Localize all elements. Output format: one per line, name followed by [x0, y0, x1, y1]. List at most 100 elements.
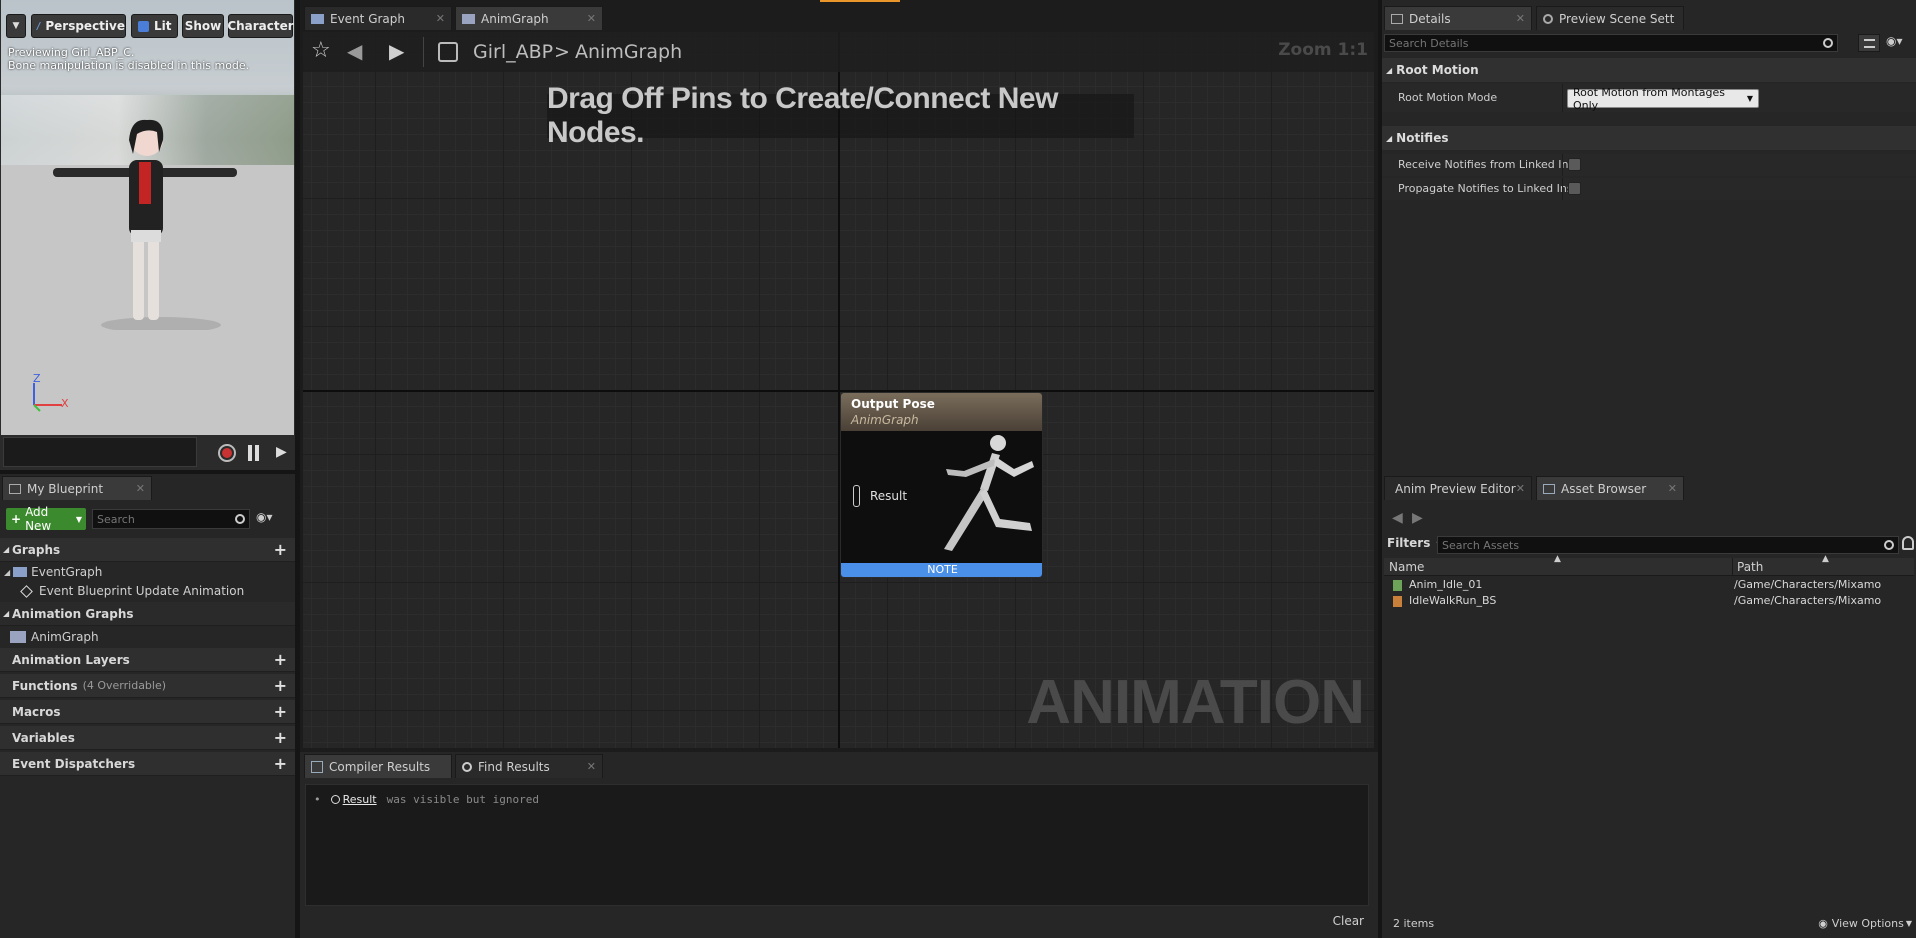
- close-icon[interactable]: ✕: [436, 12, 445, 25]
- collapse-arrow-icon: ◢: [1386, 65, 1393, 75]
- graphs-section-header[interactable]: ◢ Graphs +: [0, 538, 295, 562]
- functions-section-header[interactable]: Functions (4 Overridable) +: [0, 674, 295, 698]
- graph-canvas[interactable]: ☆ ◀ ▶ Girl_ABP > AnimGraph Zoom 1:1 Drag…: [303, 32, 1374, 748]
- blueprint-search-field[interactable]: [92, 509, 250, 529]
- graph-toolbar: ☆ ◀ ▶ Girl_ABP > AnimGraph Zoom 1:1: [303, 32, 1374, 72]
- close-icon[interactable]: ✕: [1516, 12, 1525, 25]
- tab-compiler-results[interactable]: Compiler Results: [304, 754, 452, 778]
- add-variable-button[interactable]: +: [274, 728, 287, 747]
- add-new-button[interactable]: + Add New ▼: [6, 505, 86, 533]
- close-icon[interactable]: ✕: [1516, 482, 1525, 495]
- tab-details[interactable]: Details ✕: [1384, 6, 1532, 30]
- column-name[interactable]: Name: [1389, 560, 1424, 574]
- node-note-bar[interactable]: NOTE: [841, 563, 1042, 577]
- add-layer-button[interactable]: +: [274, 650, 287, 669]
- result-link[interactable]: Result: [343, 793, 377, 806]
- details-icon: [1391, 13, 1403, 24]
- output-pose-node[interactable]: Output Pose AnimGraph Result NOTE: [840, 392, 1043, 578]
- add-dispatcher-button[interactable]: +: [274, 754, 287, 773]
- forward-arrow-icon[interactable]: ▶: [389, 39, 404, 63]
- close-icon[interactable]: ✕: [1668, 482, 1677, 495]
- visibility-options-button[interactable]: ◉▾: [256, 510, 286, 528]
- table-row[interactable]: Anim_Idle_01 /Game/Characters/Mixamo: [1384, 578, 1914, 594]
- clear-button[interactable]: Clear: [1333, 914, 1364, 928]
- propagate-notifies-checkbox[interactable]: [1568, 182, 1581, 195]
- filters-button[interactable]: Filters ▼: [1387, 536, 1443, 550]
- compiler-message: • Result was visible but ignored: [314, 793, 539, 806]
- back-arrow-icon[interactable]: ◀: [1392, 510, 1403, 526]
- property-matrix-button[interactable]: [1858, 34, 1880, 52]
- character-model: [53, 119, 237, 330]
- eye-icon: ◉▾: [1886, 34, 1903, 48]
- perspective-button[interactable]: Perspective: [31, 14, 126, 38]
- close-icon[interactable]: ✕: [587, 12, 596, 25]
- macros-section-header[interactable]: Macros +: [0, 700, 295, 724]
- root-motion-mode-dropdown[interactable]: Root Motion from Montages Only ▼: [1567, 86, 1759, 112]
- details-panel: Details ✕ Preview Scene Sett ◉▾ ◢ Root M…: [1382, 0, 1916, 474]
- close-icon[interactable]: ✕: [587, 760, 596, 773]
- lit-button[interactable]: Lit: [131, 14, 178, 38]
- step-forward-button[interactable]: ▶: [276, 444, 290, 462]
- tab-animgraph[interactable]: AnimGraph ✕: [455, 6, 603, 30]
- event-graph-icon: [13, 567, 28, 577]
- view-options-button[interactable]: ◉ View Options ▼: [1818, 917, 1912, 930]
- list-item-event-update[interactable]: Event Blueprint Update Animation: [20, 582, 292, 600]
- details-search-field[interactable]: [1384, 34, 1838, 52]
- event-dispatchers-section-header[interactable]: Event Dispatchers +: [0, 752, 295, 776]
- record-button[interactable]: [218, 444, 236, 462]
- animation-graphs-section-header[interactable]: ◢ Animation Graphs: [0, 602, 295, 626]
- zoom-level: Zoom 1:1: [1278, 40, 1368, 60]
- anim-blueprint-icon: [438, 42, 458, 62]
- back-arrow-icon[interactable]: ◀: [347, 39, 362, 63]
- receive-notifies-checkbox[interactable]: [1568, 158, 1581, 171]
- table-row[interactable]: IdleWalkRun_BS /Game/Characters/Mixamo: [1384, 594, 1914, 610]
- root-motion-category[interactable]: ◢ Root Motion: [1382, 58, 1916, 82]
- animation-layers-section-header[interactable]: Animation Layers +: [0, 648, 295, 672]
- forward-arrow-icon[interactable]: ▶: [1412, 510, 1423, 526]
- add-function-button[interactable]: +: [274, 676, 287, 695]
- result-pin[interactable]: Result: [853, 485, 907, 507]
- user-filter-icon[interactable]: [1902, 536, 1914, 550]
- column-path[interactable]: Path: [1737, 560, 1763, 574]
- asset-search-input[interactable]: [1442, 538, 1862, 552]
- asset-search-field[interactable]: [1437, 536, 1899, 554]
- tab-asset-browser[interactable]: Asset Browser ✕: [1536, 476, 1684, 500]
- tab-event-graph[interactable]: Event Graph ✕: [304, 6, 452, 30]
- tab-anim-preview-editor[interactable]: Anim Preview Editor ✕: [1384, 476, 1532, 500]
- list-item-eventgraph[interactable]: ◢ EventGraph: [0, 563, 295, 581]
- add-macro-button[interactable]: +: [274, 702, 287, 721]
- tab-preview-scene[interactable]: Preview Scene Sett: [1536, 6, 1684, 30]
- tab-my-blueprint[interactable]: My Blueprint ✕: [2, 476, 152, 500]
- details-view-options-button[interactable]: ◉▾: [1886, 34, 1903, 48]
- grid-icon: [1864, 39, 1875, 48]
- close-icon[interactable]: ✕: [136, 482, 145, 495]
- viewport-menu-button[interactable]: ▼: [6, 14, 26, 38]
- notifies-category[interactable]: ◢ Notifies: [1382, 126, 1916, 150]
- show-button[interactable]: Show: [182, 14, 224, 38]
- asset-browser-panel: Anim Preview Editor ✕ Asset Browser ✕ ◀ …: [1382, 474, 1916, 938]
- details-search-input[interactable]: [1389, 36, 1809, 50]
- blend-space-icon: [1393, 596, 1402, 607]
- breadcrumb-leaf[interactable]: AnimGraph: [575, 41, 682, 63]
- add-graph-button[interactable]: +: [274, 540, 287, 559]
- variables-section-header[interactable]: Variables +: [0, 726, 295, 750]
- timeline-bar[interactable]: [3, 437, 197, 467]
- search-icon: [235, 514, 245, 524]
- node-subtitle: AnimGraph: [851, 413, 919, 427]
- character-button[interactable]: Character: [227, 14, 294, 38]
- anim-graph-icon: [10, 631, 26, 643]
- compiler-panel: Compiler Results Find Results ✕ • Result…: [300, 752, 1378, 938]
- event-diamond-icon: [20, 584, 33, 598]
- tab-find-results[interactable]: Find Results ✕: [455, 754, 603, 778]
- search-icon: [1884, 540, 1894, 550]
- preview-scene-icon: [1543, 13, 1553, 24]
- node-header[interactable]: Output Pose AnimGraph: [841, 393, 1042, 431]
- list-item-animgraph[interactable]: AnimGraph: [10, 628, 290, 646]
- pause-button[interactable]: [248, 445, 262, 461]
- eye-icon: ◉: [1818, 917, 1828, 930]
- lit-sphere-icon: [138, 20, 149, 32]
- breadcrumb-root[interactable]: Girl_ABP: [473, 41, 553, 63]
- viewport-panel[interactable]: Z X ▼ Perspective Lit Show Character Pre…: [0, 0, 295, 470]
- favorite-star-icon[interactable]: ☆: [311, 38, 331, 63]
- blueprint-search-input[interactable]: [97, 512, 227, 526]
